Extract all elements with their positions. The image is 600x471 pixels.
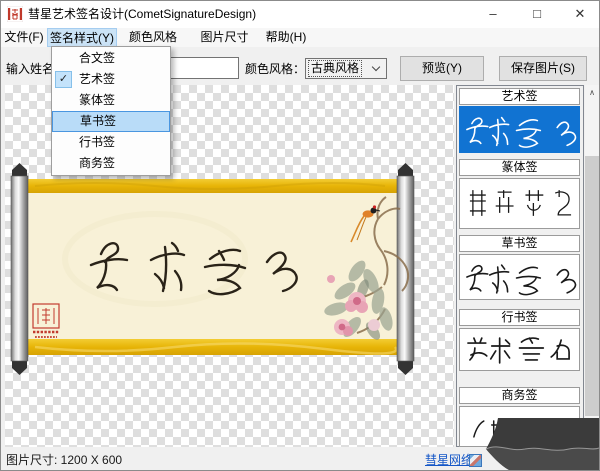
scrollbar-up-icon[interactable]: ∧	[585, 85, 599, 101]
image-size-text: 图片尺寸: 1200 X 600	[6, 453, 123, 467]
menu-item-label: 行书签	[79, 135, 116, 149]
menu-item-label: 草书签	[80, 114, 117, 128]
menu-color-style[interactable]: 颜色风格(C)	[121, 28, 185, 63]
app-icon	[7, 6, 23, 22]
maximize-button[interactable]: □	[522, 3, 552, 25]
section-header-running[interactable]: 行书签	[459, 309, 580, 326]
menu-item-business-signature[interactable]: 商务签	[52, 153, 170, 174]
signature-style-menu: 合文签 ✓ 艺术签 篆体签 草书签 行书签 商务签	[51, 46, 171, 176]
color-style-selected-value: 古典风格	[307, 60, 363, 77]
menu-item-cursive-signature[interactable]: 草书签	[52, 111, 170, 132]
name-input-label: 输入姓名	[6, 62, 55, 76]
scrollbar-thumb[interactable]	[585, 156, 599, 416]
section-header-cursive[interactable]: 草书签	[459, 235, 580, 252]
menu-item-seal-signature[interactable]: 篆体签	[52, 90, 170, 111]
menu-item-combined-signature[interactable]: 合文签	[52, 48, 170, 69]
preview-art-signature[interactable]	[459, 106, 580, 153]
minimize-button[interactable]: –	[478, 3, 508, 25]
window-title: 彗星艺术签名设计(CometSignatureDesign)	[28, 7, 257, 21]
color-style-select[interactable]: 古典风格	[305, 58, 387, 79]
menu-item-label: 商务签	[79, 156, 116, 170]
preview-running-signature[interactable]	[459, 328, 580, 371]
preview-panel: 艺术签 篆体签 草书签 行书签 商务签 ∧	[456, 85, 599, 447]
panel-scrollbar[interactable]: ∧	[585, 85, 599, 447]
save-image-button[interactable]: 保存图片(S)	[499, 56, 587, 81]
chevron-down-icon	[371, 62, 381, 72]
preview-button[interactable]: 预览(Y)	[400, 56, 484, 81]
section-header-art[interactable]: 艺术签	[459, 88, 580, 105]
menu-item-label: 合文签	[79, 51, 116, 65]
menu-signature-style[interactable]: 签名样式(Y)	[47, 28, 117, 47]
menu-image-size[interactable]: 图片尺寸(T)	[194, 28, 255, 63]
menu-item-running-signature[interactable]: 行书签	[52, 132, 170, 153]
title-bar: 彗星艺术签名设计(CometSignatureDesign) – □ ✕	[1, 1, 599, 28]
menu-item-label: 篆体签	[79, 93, 116, 107]
menu-help[interactable]: 帮助(H)	[264, 28, 308, 47]
menu-file[interactable]: 文件(F)	[3, 28, 45, 47]
menu-item-art-signature[interactable]: ✓ 艺术签	[52, 69, 170, 90]
preview-list: 艺术签 篆体签 草书签 行书签 商务签	[456, 85, 584, 447]
section-header-seal[interactable]: 篆体签	[459, 159, 580, 176]
section-header-business[interactable]: 商务签	[459, 387, 580, 404]
overlay-shape	[485, 418, 599, 470]
menu-bar: 文件(F) 签名样式(Y) 颜色风格(C) 图片尺寸(T) 帮助(H)	[1, 28, 599, 63]
color-style-label: 颜色风格：	[245, 62, 306, 76]
scroll-painting-image	[10, 163, 415, 375]
preview-cursive-signature[interactable]	[459, 254, 580, 300]
close-button[interactable]: ✕	[565, 3, 595, 25]
app-window: 彗星艺术签名设计(CometSignatureDesign) – □ ✕ 文件(…	[0, 0, 600, 471]
menu-item-label: 艺术签	[79, 72, 116, 86]
preview-seal-signature[interactable]	[459, 178, 580, 229]
check-icon: ✓	[55, 71, 72, 88]
